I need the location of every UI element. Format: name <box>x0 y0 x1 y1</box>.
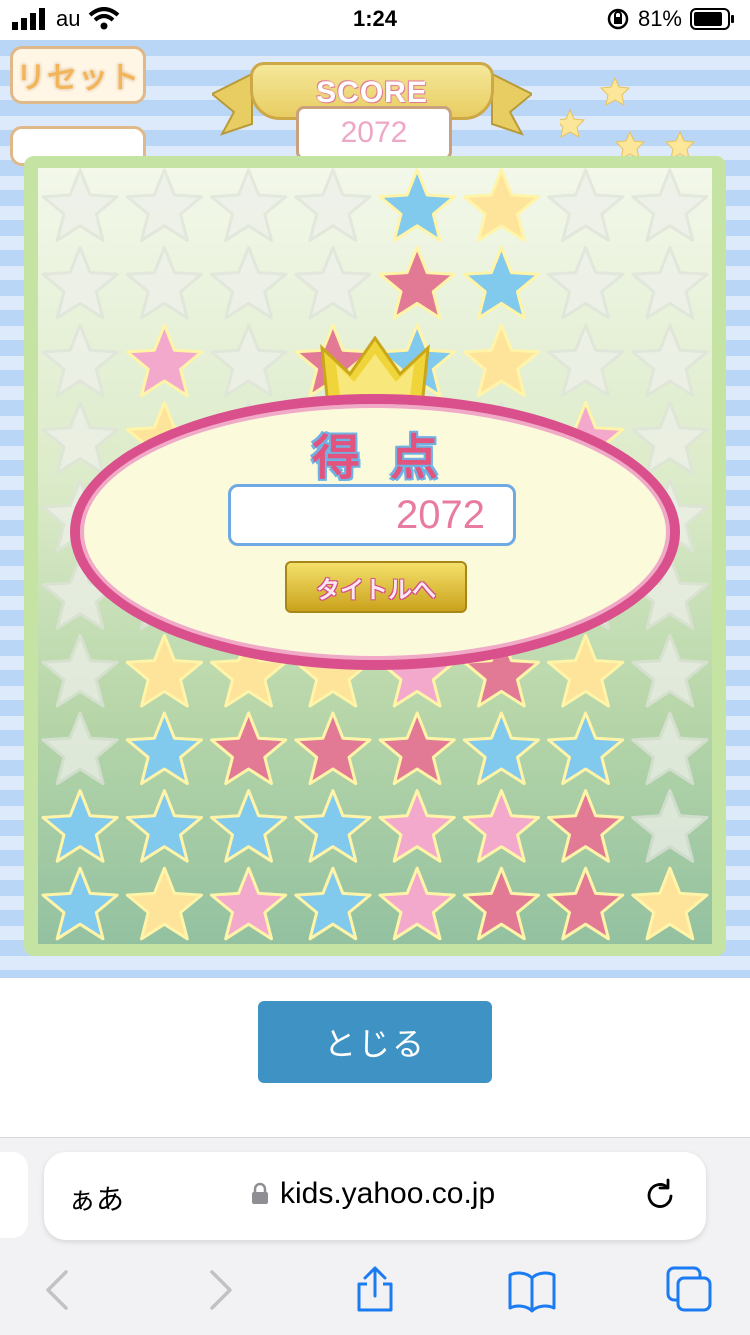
star-gray[interactable] <box>631 323 709 398</box>
star-blue[interactable] <box>210 789 288 863</box>
star-red[interactable] <box>378 245 456 320</box>
star-gray[interactable] <box>631 633 709 708</box>
star-yellow[interactable] <box>125 866 203 941</box>
star-gray[interactable] <box>125 168 203 242</box>
star-gray[interactable] <box>210 323 288 398</box>
star-red[interactable] <box>294 711 372 786</box>
star-gray[interactable] <box>547 245 625 320</box>
star-red[interactable] <box>378 711 456 786</box>
star-pink[interactable] <box>378 789 456 863</box>
star-blue[interactable] <box>378 168 456 242</box>
star-yellow[interactable] <box>462 323 540 398</box>
star-pink[interactable] <box>378 866 456 941</box>
url-text: kids.yahoo.co.jp <box>280 1177 496 1210</box>
bookmarks-icon[interactable] <box>508 1266 556 1314</box>
lock-icon <box>252 1182 268 1204</box>
star-blue[interactable] <box>125 711 203 786</box>
star-pink[interactable] <box>462 789 540 863</box>
battery-percent: 81% <box>637 6 682 31</box>
star-blue[interactable] <box>41 789 119 863</box>
tabs-icon[interactable] <box>666 1266 714 1314</box>
star-blue[interactable] <box>462 711 540 786</box>
score-label: SCORE <box>316 76 428 109</box>
star-yellow[interactable] <box>631 866 709 941</box>
reload-icon[interactable] <box>642 1177 678 1213</box>
star-red[interactable] <box>462 866 540 941</box>
star-gray[interactable] <box>41 245 119 320</box>
share-icon[interactable] <box>351 1266 399 1314</box>
star-gray[interactable] <box>41 711 119 786</box>
status-bar: au 1:24 81% <box>0 0 750 40</box>
result-score: 2072 <box>228 484 516 546</box>
star-blue[interactable] <box>462 245 540 320</box>
star-yellow[interactable] <box>547 633 625 708</box>
star-gray[interactable] <box>631 168 709 242</box>
star-gray[interactable] <box>547 323 625 398</box>
star-gray[interactable] <box>41 633 119 708</box>
back-icon[interactable] <box>34 1266 82 1314</box>
forward-icon[interactable] <box>196 1266 244 1314</box>
star-blue[interactable] <box>125 789 203 863</box>
star-red[interactable] <box>547 866 625 941</box>
reader-aa-button[interactable]: ぁあ <box>68 1178 124 1218</box>
star-gray[interactable] <box>210 168 288 242</box>
result-heading: 得点 <box>311 430 468 486</box>
close-button[interactable]: とじる <box>258 1001 492 1083</box>
score-value: 2072 <box>296 106 452 160</box>
status-right: 81% <box>606 6 736 32</box>
star-pink[interactable] <box>210 866 288 941</box>
star-gray[interactable] <box>294 168 372 242</box>
star-yellow[interactable] <box>125 633 203 708</box>
star-gray[interactable] <box>631 789 709 863</box>
star-pink[interactable] <box>125 323 203 398</box>
star-blue[interactable] <box>41 866 119 941</box>
star-gray[interactable] <box>210 245 288 320</box>
star-gray[interactable] <box>41 323 119 398</box>
star-gray[interactable] <box>631 711 709 786</box>
star-gray[interactable] <box>294 245 372 320</box>
star-yellow[interactable] <box>462 168 540 242</box>
star-blue[interactable] <box>294 789 372 863</box>
url-display[interactable]: kids.yahoo.co.jp <box>250 1177 495 1211</box>
star-gray[interactable] <box>631 245 709 320</box>
rotation-lock-icon <box>607 8 629 30</box>
star-red[interactable] <box>210 711 288 786</box>
star-blue[interactable] <box>547 711 625 786</box>
star-gray[interactable] <box>125 245 203 320</box>
battery-icon <box>690 8 734 30</box>
star-gray[interactable] <box>41 168 119 242</box>
title-button[interactable]: タイトルへ <box>285 561 467 613</box>
star-gray[interactable] <box>547 168 625 242</box>
previous-tab-preview[interactable] <box>0 1152 28 1238</box>
star-blue[interactable] <box>294 866 372 941</box>
star-red[interactable] <box>547 789 625 863</box>
reset-button[interactable]: リセット <box>10 46 146 104</box>
